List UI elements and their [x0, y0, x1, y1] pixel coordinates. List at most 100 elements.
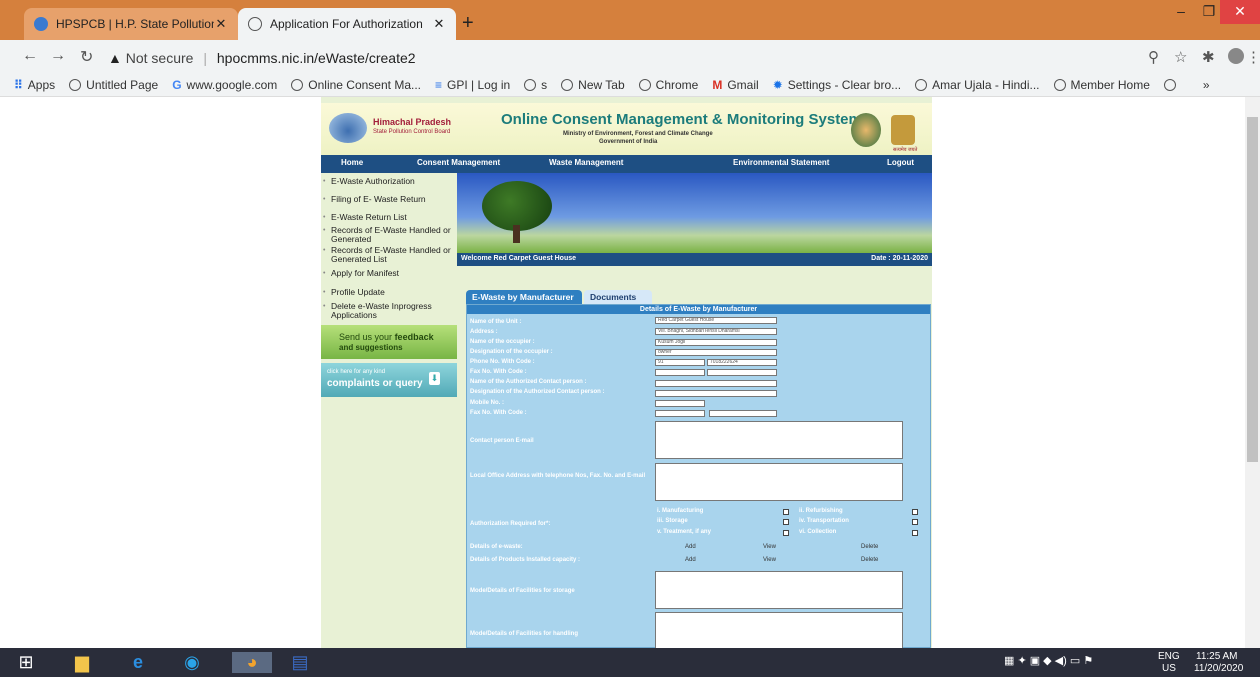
fax2-code-input[interactable]: [655, 410, 705, 417]
label-email: Contact person E-mail: [470, 438, 534, 444]
sidebar-item-profile-update[interactable]: Profile Update: [323, 288, 451, 298]
fax-number-input[interactable]: [707, 369, 777, 376]
tab-ewaste-manufacturer[interactable]: E-Waste by Manufacturer: [466, 290, 582, 304]
checkbox-transportation[interactable]: [912, 519, 918, 525]
site-title: Online Consent Management & Monitoring S…: [501, 111, 862, 128]
scrollbar-thumb[interactable]: [1247, 117, 1258, 462]
checkbox-manufacturing[interactable]: [783, 509, 789, 515]
language-indicator[interactable]: ENG: [1158, 651, 1180, 662]
checkbox-treatment[interactable]: [783, 530, 789, 536]
checkbox-refurbishing[interactable]: [912, 509, 918, 515]
complaints-text: complaints or query: [327, 378, 423, 389]
sidebar-item-filing-return[interactable]: Filing of E- Waste Return: [323, 195, 451, 205]
sidebar-item-delete-applications[interactable]: Delete e-Waste Inprogress Applications: [323, 302, 451, 320]
designation-input[interactable]: owner: [655, 349, 777, 356]
menu-consent-management[interactable]: Consent Management: [417, 158, 500, 167]
menu-icon[interactable]: ⋮: [1246, 48, 1260, 66]
clock-time[interactable]: 11:25 AM: [1196, 651, 1238, 662]
occupier-input[interactable]: Kusum Jogli: [655, 339, 777, 346]
fax2-number-input[interactable]: [709, 410, 777, 417]
menu-home[interactable]: Home: [341, 158, 363, 167]
url-field[interactable]: ▲ Not secure | hpocmms.nic.in/eWaste/cre…: [108, 46, 1188, 70]
fax-code-input[interactable]: [655, 369, 705, 376]
bookmark-item[interactable]: Member Home: [1053, 78, 1150, 92]
edge-icon[interactable]: ◉: [180, 652, 204, 673]
site-banner: Himachal Pradesh State Pollution Control…: [321, 103, 932, 155]
address-input[interactable]: Vill. Bhagni, SidhbariTehsil Dharamsl: [655, 328, 777, 335]
tab-application[interactable]: Application For Authorization ✕: [238, 8, 456, 40]
checkbox-collection[interactable]: [912, 530, 918, 536]
bookmark-item[interactable]: s: [524, 78, 547, 92]
sidebar-item-ewaste-authorization[interactable]: E-Waste Authorization: [323, 177, 451, 187]
menu-waste-management[interactable]: Waste Management: [549, 158, 623, 167]
new-tab-button[interactable]: +: [462, 12, 474, 35]
extensions-icon[interactable]: ✱: [1202, 48, 1215, 66]
word-icon[interactable]: ▤: [288, 652, 312, 673]
google-icon: G: [172, 78, 182, 92]
profile-avatar[interactable]: [1228, 48, 1244, 64]
ministry-line: Ministry of Environment, Forest and Clim…: [563, 131, 713, 137]
bookmark-item[interactable]: Untitled Page: [69, 78, 158, 92]
checkbox-storage[interactable]: [783, 519, 789, 525]
welcome-text: Welcome Red Carpet Guest House: [461, 255, 577, 262]
authorized-person-input[interactable]: [655, 380, 777, 387]
bookmark-item[interactable]: Online Consent Ma...: [291, 78, 421, 92]
mobile-input[interactable]: [655, 400, 705, 407]
tab-hpspcb[interactable]: HPSPCB | H.P. State Pollution Cor ✕: [24, 8, 238, 40]
bookmark-item[interactable]: [1163, 79, 1181, 91]
add-products-link[interactable]: Add: [685, 557, 696, 563]
bookmark-item[interactable]: Amar Ujala - Hindi...: [915, 78, 1040, 92]
back-icon[interactable]: ←: [22, 47, 38, 65]
tray-icons[interactable]: ▦ ✦ ▣ ◆ ◀) ▭ ⚑: [1004, 654, 1093, 667]
storage-textarea[interactable]: [655, 571, 903, 609]
bookmark-item[interactable]: Gwww.google.com: [172, 78, 277, 92]
windows-start-icon[interactable]: ⊞: [14, 652, 38, 673]
bookmark-apps[interactable]: ⠿ Apps: [14, 78, 55, 92]
delete-ewaste-link[interactable]: Delete: [861, 544, 878, 550]
authorized-designation-input[interactable]: [655, 390, 777, 397]
label-authorized-person: Name of the Authorized Contact person :: [470, 379, 587, 385]
close-tab-icon[interactable]: ✕: [432, 16, 446, 32]
option-transportation: iv. Transportation: [799, 518, 849, 524]
forward-icon[interactable]: →: [50, 47, 66, 65]
sidebar-item-return-list[interactable]: E-Waste Return List: [323, 213, 451, 223]
more-bookmarks-icon[interactable]: »: [1203, 78, 1210, 92]
label-authorization-required: Authorization Required for*:: [470, 521, 551, 527]
handling-textarea[interactable]: [655, 612, 903, 648]
bookmark-item[interactable]: M Gmail: [712, 78, 758, 92]
globe-icon: [1163, 79, 1176, 91]
sidebar-item-records[interactable]: Records of E-Waste Handled or Generated: [323, 226, 451, 244]
reload-icon[interactable]: ↻: [80, 47, 93, 67]
bookmark-item[interactable]: ✹ Settings - Clear bro...: [773, 78, 901, 92]
feedback-banner[interactable]: Send us your feedback and suggestions: [321, 325, 457, 359]
sidebar-item-manifest[interactable]: Apply for Manifest: [323, 269, 451, 279]
minimize-button[interactable]: –: [1166, 0, 1196, 24]
view-products-link[interactable]: View: [763, 557, 776, 563]
internet-explorer-icon[interactable]: e: [126, 652, 150, 673]
tree-image: [482, 181, 552, 231]
close-tab-icon[interactable]: ✕: [214, 16, 228, 32]
email-textarea[interactable]: [655, 421, 903, 459]
page-scrollbar[interactable]: [1245, 97, 1260, 648]
local-office-textarea[interactable]: [655, 463, 903, 501]
bookmark-item[interactable]: ≡ GPI | Log in: [435, 78, 510, 92]
phone-number-input[interactable]: 7018222624: [707, 359, 777, 366]
tab-documents[interactable]: Documents: [584, 290, 652, 304]
menu-environmental-statement[interactable]: Environmental Statement: [733, 158, 829, 167]
star-icon[interactable]: ☆: [1174, 48, 1187, 66]
menu-logout[interactable]: Logout: [887, 158, 914, 167]
bookmark-item[interactable]: Chrome: [638, 78, 698, 92]
unit-name-input[interactable]: Red Carpet Guest House: [655, 317, 777, 324]
close-window-button[interactable]: ✕: [1220, 0, 1260, 24]
chrome-icon[interactable]: ◕: [232, 652, 272, 673]
file-explorer-icon[interactable]: ▆: [70, 652, 94, 673]
add-ewaste-link[interactable]: Add: [685, 544, 696, 550]
view-ewaste-link[interactable]: View: [763, 544, 776, 550]
bookmark-item[interactable]: New Tab: [561, 78, 625, 92]
delete-products-link[interactable]: Delete: [861, 557, 878, 563]
sidebar-item-records-list[interactable]: Records of E-Waste Handled or Generated …: [323, 246, 451, 264]
complaints-banner[interactable]: click here for any kind complaints or qu…: [321, 363, 457, 397]
zoom-icon[interactable]: ⚲: [1148, 48, 1159, 66]
phone-code-input[interactable]: 91: [655, 359, 705, 366]
hero-image: [457, 173, 932, 253]
